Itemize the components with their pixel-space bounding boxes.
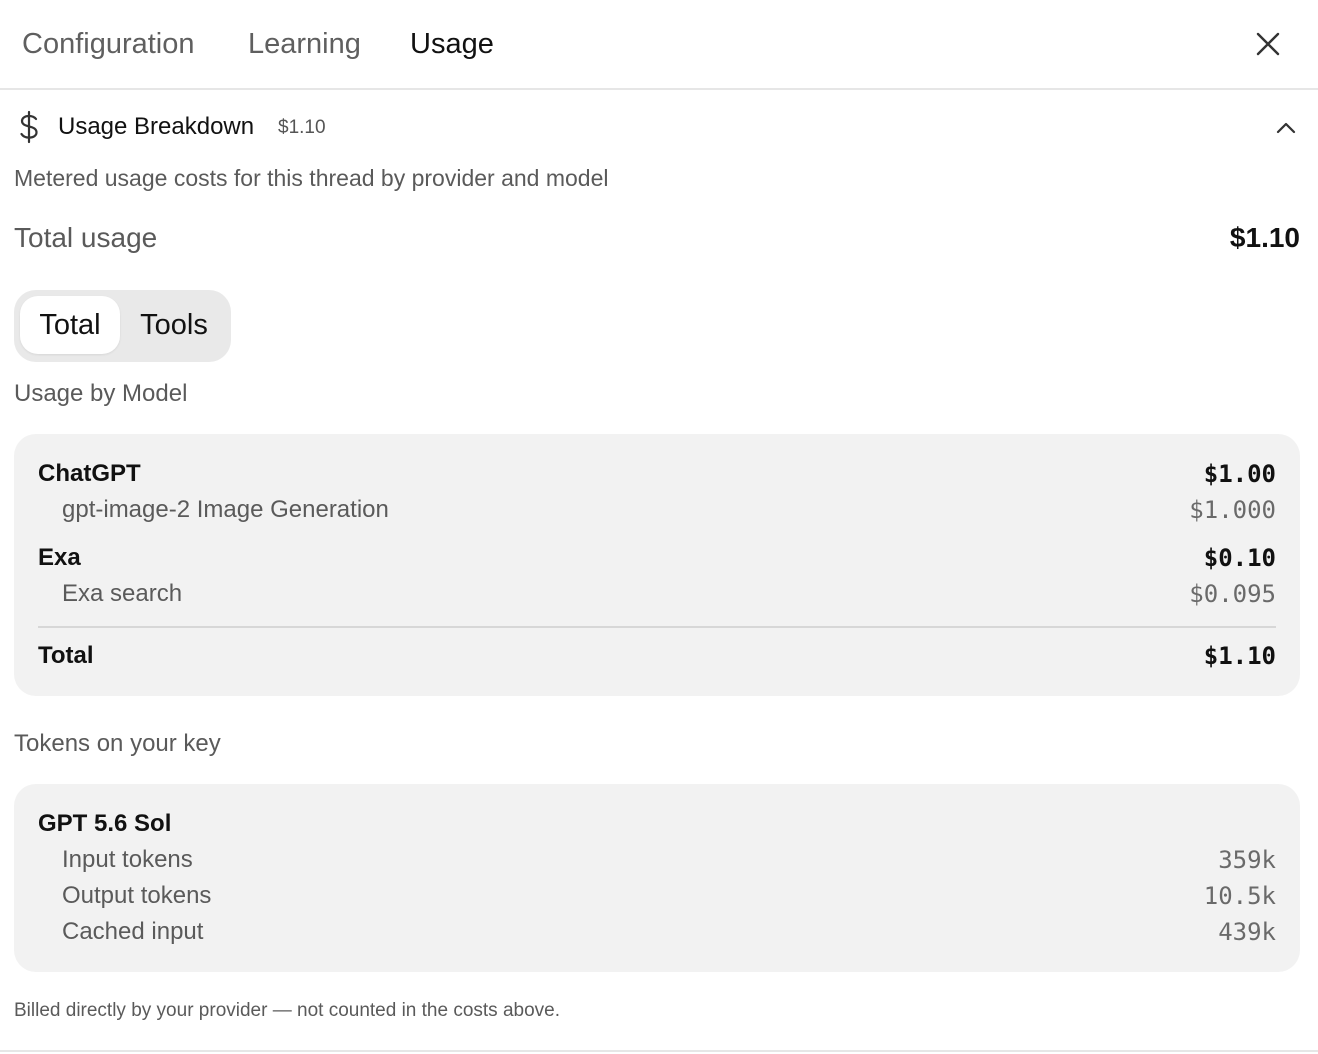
token-label: Cached input: [62, 918, 204, 945]
token-value: 359k: [1218, 846, 1276, 874]
view-toggle: Total Tools: [14, 290, 231, 362]
model-name: Exa search: [62, 580, 183, 607]
token-value: 10.5k: [1203, 882, 1276, 910]
section-description: Metered usage costs for this thread by p…: [14, 165, 609, 191]
total-usage-value: $1.10: [1229, 222, 1300, 253]
model-cost: $1.000: [1189, 496, 1276, 524]
toggle-tools[interactable]: Tools: [124, 296, 224, 354]
total-label: Total: [38, 642, 94, 669]
provider-row: ChatGPT $1.00: [38, 458, 1276, 490]
token-label: Input tokens: [62, 846, 193, 873]
model-cost: $0.095: [1189, 580, 1276, 608]
tab-learning[interactable]: Learning: [248, 26, 361, 62]
usage-by-model-card: ChatGPT $1.00 gpt-image-2 Image Generati…: [14, 434, 1300, 696]
total-divider: [38, 626, 1276, 628]
tokens-heading: Tokens on your key: [14, 730, 221, 757]
tokens-card: GPT 5.6 Sol Input tokens 359k Output tok…: [14, 784, 1300, 972]
close-icon: [1256, 32, 1280, 56]
usage-breakdown-header[interactable]: Usage Breakdown $1.10: [0, 104, 1318, 148]
dollar-icon: [20, 110, 38, 144]
tab-configuration[interactable]: Configuration: [22, 26, 195, 62]
provider-name: ChatGPT: [38, 460, 141, 487]
toggle-total[interactable]: Total: [20, 296, 120, 354]
usage-by-model-heading: Usage by Model: [14, 380, 188, 407]
tab-usage[interactable]: Usage: [410, 26, 494, 62]
token-row: Cached input 439k: [38, 916, 1276, 948]
total-usage-label: Total usage: [14, 222, 158, 253]
model-name: gpt-image-2 Image Generation: [62, 496, 389, 523]
token-model-name: GPT 5.6 Sol: [38, 810, 172, 837]
provider-cost: $0.10: [1203, 544, 1276, 572]
provider-row: Exa $0.10: [38, 542, 1276, 574]
model-row: gpt-image-2 Image Generation $1.000: [38, 494, 1276, 526]
billing-footnote: Billed directly by your provider — not c…: [14, 1000, 561, 1021]
bottom-divider: [0, 1050, 1318, 1052]
token-row: Input tokens 359k: [38, 844, 1276, 876]
model-row: Exa search $0.095: [38, 578, 1276, 610]
token-value: 439k: [1218, 918, 1276, 946]
total-value: $1.10: [1203, 642, 1276, 670]
panel-header: Configuration Learning Usage: [0, 0, 1318, 90]
token-label: Output tokens: [62, 882, 212, 909]
total-row: Total $1.10: [38, 640, 1276, 672]
provider-cost: $1.00: [1203, 460, 1276, 488]
section-amount-badge: $1.10: [278, 117, 326, 138]
token-row: Output tokens 10.5k: [38, 880, 1276, 912]
close-button[interactable]: [1246, 22, 1290, 66]
token-model-row: GPT 5.6 Sol: [38, 808, 1276, 840]
section-title: Usage Breakdown: [58, 113, 255, 140]
provider-name: Exa: [38, 544, 81, 571]
chevron-up-icon[interactable]: [1268, 110, 1304, 146]
